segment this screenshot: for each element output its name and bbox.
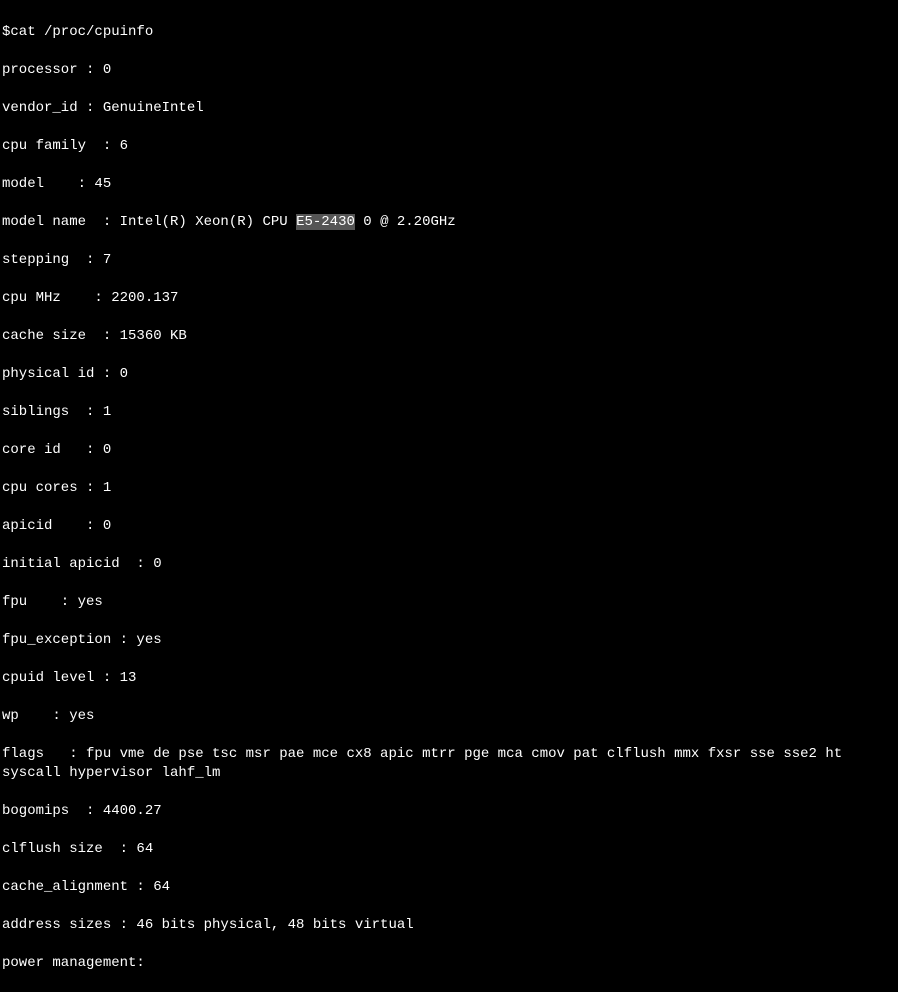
cpuinfo-bogomips: bogomips : 4400.27 [2, 802, 898, 821]
cpuinfo-stepping: stepping : 7 [2, 251, 898, 270]
cpuinfo-processor: processor : 0 [2, 61, 898, 80]
model-name-prefix: model name : Intel(R) Xeon(R) CPU [2, 214, 296, 230]
cpuinfo-model: model : 45 [2, 175, 898, 194]
model-name-suffix: 0 @ 2.20GHz [355, 214, 456, 230]
cpuinfo-vendor-id: vendor_id : GenuineIntel [2, 99, 898, 118]
cpuinfo-physical-id: physical id : 0 [2, 365, 898, 384]
cpuinfo-siblings: siblings : 1 [2, 403, 898, 422]
cpuinfo-wp: wp : yes [2, 707, 898, 726]
cpuinfo-cpu-family: cpu family : 6 [2, 137, 898, 156]
cpuinfo-cache-alignment: cache_alignment : 64 [2, 878, 898, 897]
cpuinfo-cpu-mhz: cpu MHz : 2200.137 [2, 289, 898, 308]
cpuinfo-cpu-cores: cpu cores : 1 [2, 479, 898, 498]
cpuinfo-power-management: power management: [2, 954, 898, 973]
cpuinfo-core-id: core id : 0 [2, 441, 898, 460]
cpuinfo-address-sizes: address sizes : 46 bits physical, 48 bit… [2, 916, 898, 935]
cpuinfo-initial-apicid: initial apicid : 0 [2, 555, 898, 574]
cpuinfo-fpu-exception: fpu_exception : yes [2, 631, 898, 650]
cpuinfo-fpu: fpu : yes [2, 593, 898, 612]
terminal-output[interactable]: $cat /proc/cpuinfo processor : 0 vendor_… [2, 4, 898, 992]
model-name-highlight: E5-2430 [296, 214, 355, 230]
cpuinfo-flags: flags : fpu vme de pse tsc msr pae mce c… [2, 745, 898, 783]
cpuinfo-cache-size: cache size : 15360 KB [2, 327, 898, 346]
command-line: $cat /proc/cpuinfo [2, 23, 898, 42]
cpuinfo-model-name: model name : Intel(R) Xeon(R) CPU E5-243… [2, 213, 898, 232]
cpuinfo-clflush-size: clflush size : 64 [2, 840, 898, 859]
cpuinfo-apicid: apicid : 0 [2, 517, 898, 536]
cpuinfo-cpuid-level: cpuid level : 13 [2, 669, 898, 688]
